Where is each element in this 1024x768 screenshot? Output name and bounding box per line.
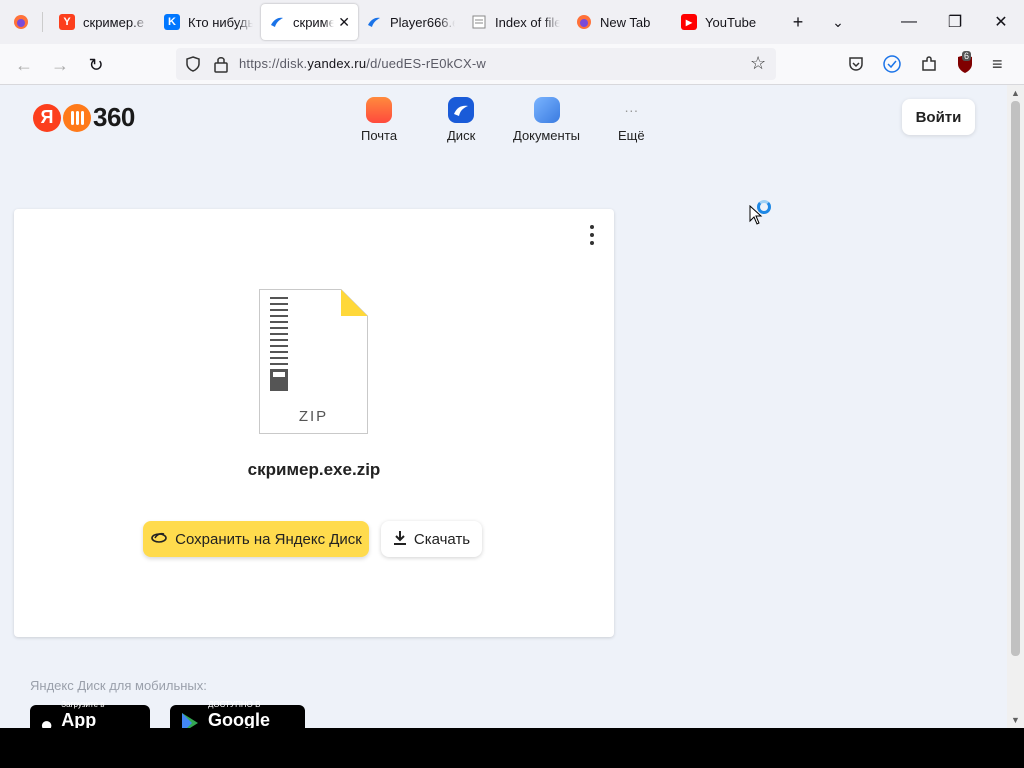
yandex-360-logo[interactable]: Я 360 [33,102,135,133]
file-type-label: ZIP [298,408,329,425]
yandex-favicon-icon: Y [59,14,75,30]
app-store-badge[interactable]: ● Загрузите в App Store [30,700,150,728]
tab-item[interactable]: ▶ YouTube [673,4,778,40]
tab-title: New Tab [600,14,651,30]
tab-item[interactable]: Index of file [463,4,568,40]
google-play-small-text: ДОСТУПНО В [208,700,261,709]
logo-number: 360 [93,102,135,132]
service-label: Документы [513,128,581,143]
disk-icon [448,97,475,123]
address-bar[interactable]: https://disk.yandex.ru/d/uedES-rE0kCX-w … [176,48,776,80]
file-card: ZIP скример.exe.zip Сохранить на Яндекс … [14,209,614,637]
save-to-disk-button[interactable]: Сохранить на Яндекс Диск [143,521,369,557]
more-icon: ··· [624,102,639,118]
service-label: Ещё [618,128,645,143]
more-options-kebab-icon[interactable] [588,225,596,245]
window-controls: — ❐ ✕ [886,0,1024,44]
firefox-menu-icon[interactable] [0,0,42,44]
login-button[interactable]: Войти [902,99,975,135]
tab-title: скример.e [83,14,144,30]
youtube-favicon-icon: ▶ [681,14,697,30]
scrollbar-thumb[interactable] [1011,101,1020,656]
google-play-icon [180,712,200,728]
tab-item[interactable]: K Кто нибудь [156,4,261,40]
yandex-disk-favicon-icon [366,14,382,30]
restore-icon[interactable]: ❐ [932,0,978,44]
tab-item[interactable]: Y скример.e [51,4,156,40]
download-icon [393,530,407,549]
extensions-puzzle-icon[interactable] [920,55,938,78]
file-favicon-icon [471,14,487,30]
lock-icon[interactable] [213,55,229,78]
tab-separator [42,12,43,32]
url-text[interactable]: https://disk.yandex.ru/d/uedES-rE0kCX-w [239,56,486,71]
mobile-apps-label: Яндекс Диск для мобильных: [30,678,207,693]
scroll-up-icon[interactable]: ▲ [1007,85,1024,101]
back-icon[interactable]: ← [11,52,37,78]
apple-icon: ● [40,712,54,728]
ublock-shield-icon[interactable]: 6 [955,51,975,80]
sync-check-icon[interactable] [882,54,902,79]
navigation-bar: ← → ↻ https://disk.yandex.ru/d/uedES-rE0… [0,44,1024,85]
close-tab-icon[interactable]: ✕ [338,14,350,31]
service-disk[interactable]: Диск [447,97,475,143]
app-store-big-text: App Store [61,710,97,728]
yandex-disk-favicon-icon [269,14,285,30]
tab-title: Кто нибудь [188,14,253,30]
tab-item[interactable]: New Tab [568,4,673,40]
service-label: Диск [447,128,476,143]
mouse-cursor-icon [749,205,763,225]
service-more[interactable]: ··· Ещё [618,97,645,143]
list-tabs-chevron-icon[interactable]: ⌄ [818,0,858,44]
tab-title: Index of file [495,14,560,30]
vertical-scrollbar[interactable]: ▲ ▼ [1007,85,1024,728]
tab-strip: Y скример.e K Кто нибудь скример ✕ Playe… [0,0,1024,44]
hamburger-menu-icon[interactable]: ≡ [992,54,1003,75]
save-button-label: Сохранить на Яндекс Диск [175,530,362,548]
logo-circle-icon [63,103,91,132]
page-content: Я 360 Почта Диск Документы ··· Ещё Войти [0,85,1007,728]
reload-icon[interactable]: ↻ [83,52,109,78]
tab-title: Player666.e [390,14,455,30]
browser-window: Y скример.e K Кто нибудь скример ✕ Playe… [0,0,1024,728]
google-play-badge[interactable]: ДОСТУПНО В Google Play [170,700,305,728]
app-store-small-text: Загрузите в [61,700,105,709]
tab-title: скример [293,14,335,30]
extension-badge: 6 [962,51,972,61]
mail-icon [366,97,393,123]
download-button[interactable]: Скачать [381,521,482,557]
vk-favicon-icon: K [164,14,180,30]
tab-item[interactable]: Player666.e [358,4,463,40]
documents-icon [533,97,560,123]
file-name: скример.exe.zip [247,460,381,479]
google-play-big-text: Google Play [208,710,270,728]
new-tab-icon[interactable]: + [778,0,818,44]
minimize-icon[interactable]: — [886,0,932,44]
bookmark-star-icon[interactable]: ☆ [750,53,766,74]
service-documents[interactable]: Документы [513,97,580,143]
firefox-favicon-icon [576,14,592,30]
forward-icon[interactable]: → [47,52,73,78]
disk-save-icon [150,530,168,548]
close-window-icon[interactable]: ✕ [978,0,1024,44]
scroll-down-icon[interactable]: ▼ [1007,712,1024,728]
yandex-logo-letter: Я [33,103,61,132]
shield-icon[interactable] [184,55,202,78]
service-label: Почта [361,128,398,143]
tab-active[interactable]: скример ✕ [261,4,358,40]
pocket-icon[interactable] [847,55,865,78]
download-button-label: Скачать [413,530,471,548]
service-mail[interactable]: Почта [361,97,397,143]
tab-title: YouTube [705,14,757,30]
